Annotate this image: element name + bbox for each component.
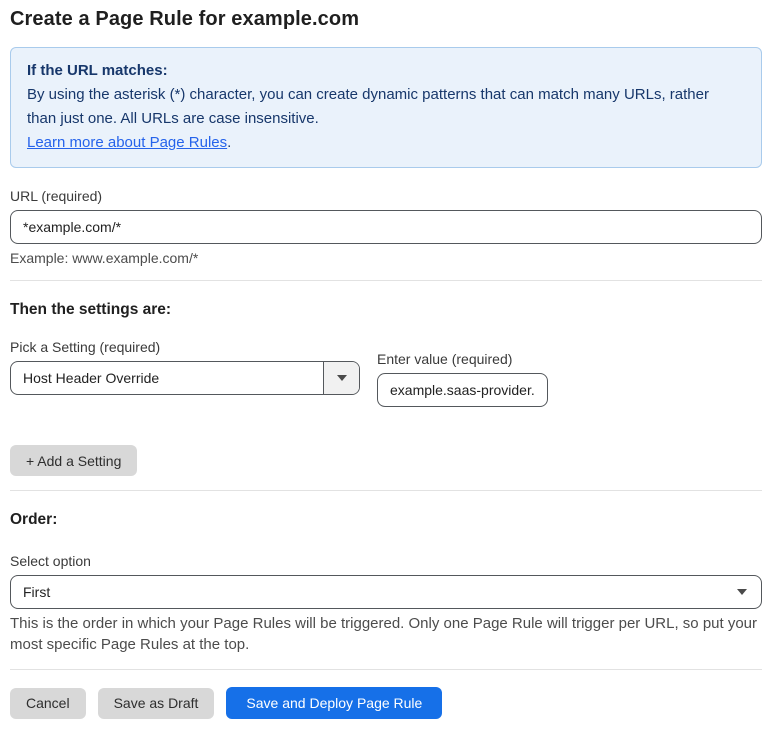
setting-select-value: Host Header Override [23,370,160,386]
order-select[interactable]: First [10,575,762,609]
url-input[interactable] [10,210,762,244]
order-helper-text: This is the order in which your Page Rul… [10,615,758,653]
divider [10,280,762,281]
url-label: URL (required) [10,188,103,204]
order-label: Select option [10,553,91,569]
settings-heading: Then the settings are: [10,301,172,318]
setting-picker-column: Pick a Setting (required) Host Header Ov… [10,339,360,395]
order-select-value: First [23,584,51,600]
page-rule-form: Create a Page Rule for example.com If th… [0,0,772,731]
footer-actions: Cancel Save as Draft Save and Deploy Pag… [10,687,762,719]
page-title: Create a Page Rule for example.com [10,8,360,30]
info-banner: If the URL matches: By using the asteris… [10,47,762,168]
learn-more-link[interactable]: Learn more about Page Rules [27,134,227,151]
setting-label: Pick a Setting (required) [10,339,161,355]
setting-value-column: Enter value (required) [377,351,548,407]
settings-row: Pick a Setting (required) Host Header Ov… [10,339,762,407]
save-draft-button[interactable]: Save as Draft [97,687,215,719]
chevron-down-icon [737,589,747,595]
add-setting-button[interactable]: + Add a Setting [10,445,138,476]
chevron-down-icon [336,375,347,381]
save-deploy-button[interactable]: Save and Deploy Page Rule [226,687,443,719]
info-banner-body: By using the asterisk (*) character, you… [27,86,709,127]
order-heading: Order: [10,511,58,528]
info-banner-heading: If the URL matches: [27,62,168,79]
info-banner-link-line: Learn more about Page Rules. [27,131,727,155]
link-period: . [227,134,232,151]
url-example-text: Example: www.example.com/* [10,250,199,266]
setting-select-arrow-button[interactable] [323,362,359,394]
value-label: Enter value (required) [377,351,513,367]
setting-select[interactable]: Host Header Override [10,361,360,395]
divider [10,669,762,670]
setting-value-input[interactable] [377,373,548,407]
divider [10,490,762,491]
cancel-button[interactable]: Cancel [10,687,86,719]
